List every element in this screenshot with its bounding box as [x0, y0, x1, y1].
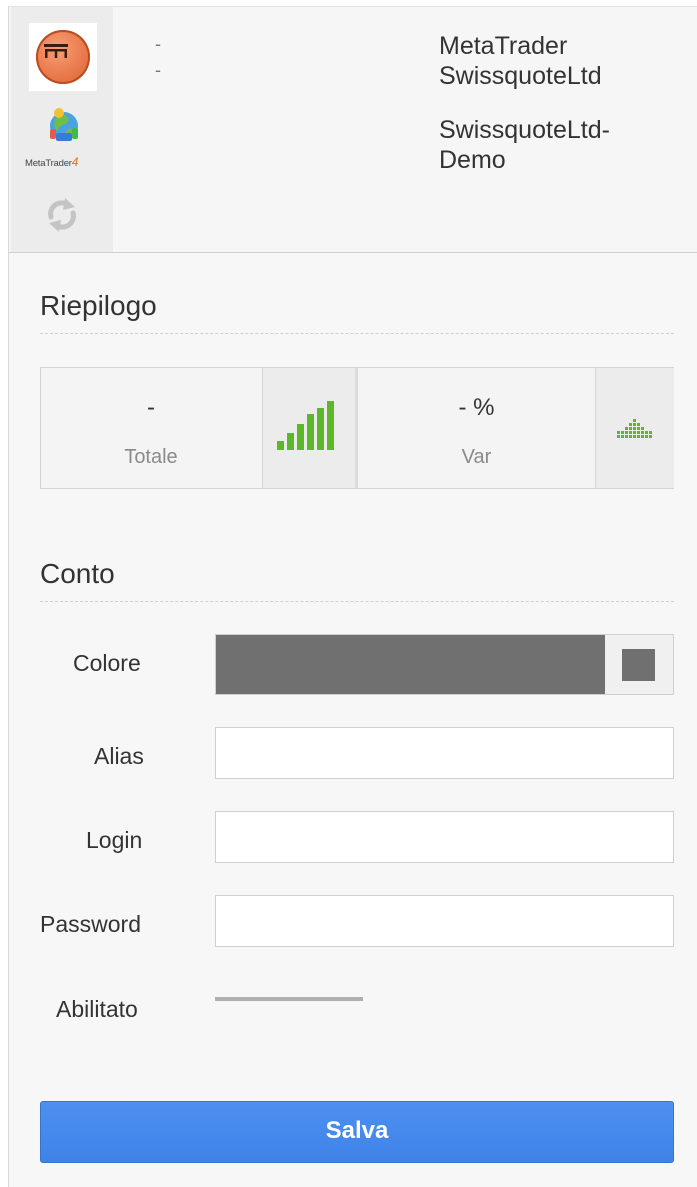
var-cell: - % Var: [358, 368, 595, 488]
color-picker[interactable]: [215, 634, 674, 695]
var-value: - %: [458, 394, 495, 421]
color-swatch-icon: [622, 649, 655, 681]
platform-name-line1: MetaTrader: [439, 32, 568, 60]
dot-pyramid-icon[interactable]: [595, 368, 674, 488]
var-label: Var: [461, 446, 492, 468]
metatrader-logo-icon[interactable]: [29, 23, 97, 91]
metatrader4-logo-icon[interactable]: MetaTrader4: [25, 107, 101, 173]
enabled-toggle[interactable]: [215, 997, 363, 1001]
refresh-icon[interactable]: [42, 195, 82, 235]
account-section-title: Conto: [40, 558, 115, 589]
password-label: Password: [40, 911, 141, 937]
password-input[interactable]: [215, 895, 674, 947]
alias-label: Alias: [94, 743, 144, 769]
color-preview[interactable]: [216, 635, 605, 694]
total-label: Totale: [124, 446, 178, 468]
account-panel: MetaTrader4 - - MetaTrader SwissquoteLtd…: [8, 6, 697, 1187]
header-dash-1: -: [155, 34, 161, 54]
total-cell: - Totale: [41, 368, 261, 488]
server-name-line2: Demo: [439, 146, 506, 174]
total-value: -: [147, 394, 155, 421]
summary-box: - Totale - % Var: [40, 367, 674, 489]
login-label: Login: [86, 827, 143, 853]
summary-divider: [40, 333, 674, 334]
bar-chart-icon[interactable]: [262, 368, 356, 488]
account-header: MetaTrader4 - - MetaTrader SwissquoteLtd…: [9, 7, 697, 253]
header-dash-2: -: [155, 60, 161, 80]
color-swatch-button[interactable]: [605, 635, 673, 694]
server-name-line1: SwissquoteLtd-: [439, 116, 610, 144]
login-input[interactable]: [215, 811, 674, 863]
summary-section-title: Riepilogo: [40, 290, 157, 321]
account-divider: [40, 601, 674, 602]
platform-name-line2: SwissquoteLtd: [439, 62, 602, 90]
save-button[interactable]: Salva: [40, 1101, 674, 1163]
alias-input[interactable]: [215, 727, 674, 779]
color-label: Colore: [73, 650, 141, 676]
metatrader4-label: MetaTrader4: [25, 155, 79, 169]
enabled-label: Abilitato: [56, 996, 138, 1022]
platform-icon-column: MetaTrader4: [11, 7, 113, 252]
